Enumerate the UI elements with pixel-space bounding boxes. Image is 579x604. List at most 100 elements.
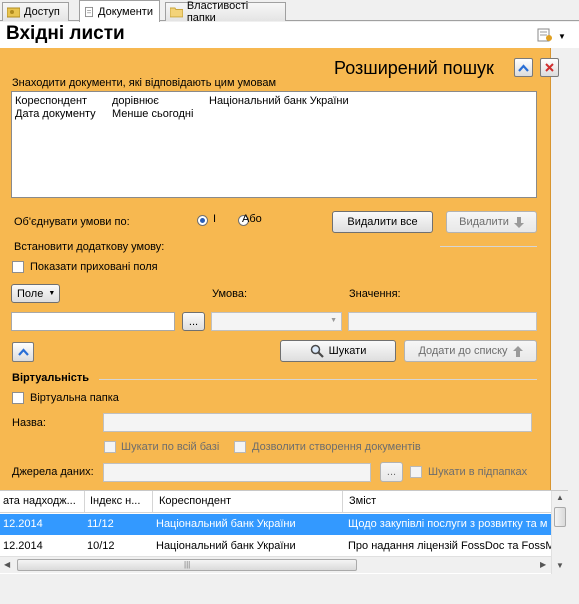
- scroll-up-icon[interactable]: ▲: [556, 493, 564, 502]
- chevron-down-icon[interactable]: ▼: [558, 32, 566, 41]
- sources-browse-button[interactable]: ...: [380, 462, 403, 482]
- search-icon: [310, 344, 324, 358]
- view-options-icon[interactable]: [537, 28, 553, 42]
- cell-date: 12.2014: [3, 540, 43, 552]
- cell-index: 10/12: [87, 540, 115, 552]
- sources-input[interactable]: [103, 463, 371, 482]
- add-condition-label: Встановити додаткову умову:: [14, 241, 165, 253]
- search-all-label: Шукати по всій базі: [121, 441, 220, 453]
- and-radio[interactable]: [197, 214, 208, 226]
- cell-content: Про надання ліцензій FossDoc та FossMa: [348, 540, 551, 552]
- column-header-correspondent[interactable]: Кореспондент: [159, 495, 339, 507]
- condition-select[interactable]: ▼: [211, 312, 342, 331]
- browse-button[interactable]: ...: [182, 312, 205, 331]
- field-select-label: Поле: [17, 287, 44, 300]
- conditions-list[interactable]: Кореспондент дорівнює Національний банк …: [11, 91, 537, 198]
- browse-label: ...: [386, 466, 397, 478]
- column-header-content[interactable]: Зміст: [349, 495, 549, 507]
- document-icon: [85, 6, 93, 17]
- chevron-down-icon: ▼: [48, 290, 56, 297]
- scroll-left-icon[interactable]: ◀: [4, 560, 10, 569]
- sources-label: Джерела даних:: [12, 466, 94, 478]
- name-input[interactable]: [103, 413, 532, 432]
- condition-row[interactable]: Дата документу Менше сьогодні: [15, 108, 209, 120]
- cell-correspondent: Національний банк України: [156, 518, 296, 530]
- grid-header: ата надходж... Індекс н... Кореспондент …: [0, 491, 551, 513]
- virtuality-heading: Віртуальність: [12, 372, 90, 384]
- add-to-list-button[interactable]: Додати до списку: [404, 340, 537, 362]
- and-label: І: [213, 213, 217, 225]
- search-button-label: Шукати: [328, 345, 367, 357]
- scroll-right-icon[interactable]: ▶: [540, 560, 546, 569]
- delete-label: Видалити: [459, 216, 509, 228]
- cell-correspondent: Національний банк України: [156, 540, 296, 552]
- browse-label: ...: [188, 315, 199, 328]
- search-subfolders-checkbox[interactable]: [410, 466, 422, 478]
- table-row[interactable]: 12.2014 10/12 Національний банк України …: [0, 536, 551, 557]
- horizontal-scrollbar[interactable]: ◀ ||| ▶: [0, 556, 551, 573]
- arrow-up-icon: [512, 345, 523, 357]
- chevron-up-icon: [518, 63, 529, 72]
- column-header-date[interactable]: ата надходж...: [3, 495, 83, 507]
- key-folder-icon: [7, 7, 20, 18]
- value-label: Значення:: [349, 288, 401, 300]
- divider: [440, 246, 537, 247]
- condition-operator: дорівнює: [112, 95, 159, 107]
- chevron-down-icon: ▼: [330, 317, 337, 324]
- tab-label: Документи: [98, 5, 153, 18]
- cell-index: 11/12: [87, 518, 114, 530]
- delete-button[interactable]: Видалити: [446, 211, 537, 233]
- show-hidden-label: Показати приховані поля: [30, 261, 158, 273]
- condition-operator: Менше сьогодні: [112, 108, 194, 120]
- condition-field: Кореспондент: [15, 95, 88, 107]
- condition-row[interactable]: Кореспондент дорівнює Національний банк …: [15, 95, 349, 107]
- tab-access[interactable]: Доступ: [2, 2, 69, 21]
- tab-label: Доступ: [24, 6, 60, 18]
- allow-create-label: Дозволити створення документів: [252, 441, 421, 453]
- tab-documents[interactable]: Документи: [79, 0, 160, 22]
- scroll-thumb[interactable]: |||: [17, 559, 357, 571]
- divider: [99, 379, 537, 380]
- delete-all-button[interactable]: Видалити все: [332, 211, 433, 233]
- tab-folder-properties[interactable]: Властивості папки: [165, 0, 286, 24]
- add-to-list-label: Додати до списку: [418, 345, 508, 357]
- combine-label: Об'єднувати умови по:: [14, 216, 130, 228]
- condition-field: Дата документу: [15, 108, 96, 120]
- search-subfolders-label: Шукати в підпапках: [428, 466, 528, 478]
- vertical-scrollbar[interactable]: ▲ ▼: [551, 491, 568, 574]
- advanced-search-title: Розширений пошук: [334, 58, 494, 78]
- conditions-caption: Знаходити документи, які відповідають ци…: [12, 77, 277, 89]
- show-hidden-checkbox[interactable]: [12, 261, 24, 273]
- scroll-down-icon[interactable]: ▼: [556, 561, 564, 570]
- cell-content: Щодо закупівлі послуги з розвитку та м: [348, 518, 548, 530]
- page-title: Вхідні листи: [6, 23, 125, 44]
- close-button[interactable]: [540, 58, 559, 77]
- field-select[interactable]: Поле ▼: [11, 284, 60, 303]
- search-button[interactable]: Шукати: [280, 340, 396, 362]
- column-separator[interactable]: [152, 491, 153, 513]
- search-all-checkbox[interactable]: [104, 441, 116, 453]
- or-label: Або: [242, 213, 262, 225]
- cell-date: 12.2014: [3, 518, 43, 530]
- name-label: Назва:: [12, 417, 46, 429]
- chevron-up-icon: [17, 348, 29, 356]
- virtual-folder-label: Віртуальна папка: [30, 392, 119, 404]
- collapse-button[interactable]: [514, 58, 533, 77]
- condition-value: Національний банк України: [209, 95, 349, 107]
- grip-icon: |||: [184, 560, 191, 569]
- field-input[interactable]: [11, 312, 175, 331]
- collapse-conditions-button[interactable]: [12, 342, 34, 362]
- folder-icon: [170, 7, 183, 18]
- bottom-area: [0, 574, 579, 604]
- condition-label: Умова:: [212, 288, 248, 300]
- column-separator[interactable]: [342, 491, 343, 513]
- table-row[interactable]: 12.2014 11/12 Національний банк України …: [0, 514, 551, 535]
- column-separator[interactable]: [84, 491, 85, 513]
- virtual-folder-checkbox[interactable]: [12, 392, 24, 404]
- delete-all-label: Видалити все: [347, 216, 418, 228]
- scroll-thumb[interactable]: [554, 507, 566, 527]
- allow-create-checkbox[interactable]: [234, 441, 246, 453]
- value-input[interactable]: [348, 312, 537, 331]
- close-icon: [545, 63, 554, 72]
- column-header-index[interactable]: Індекс н...: [90, 495, 150, 507]
